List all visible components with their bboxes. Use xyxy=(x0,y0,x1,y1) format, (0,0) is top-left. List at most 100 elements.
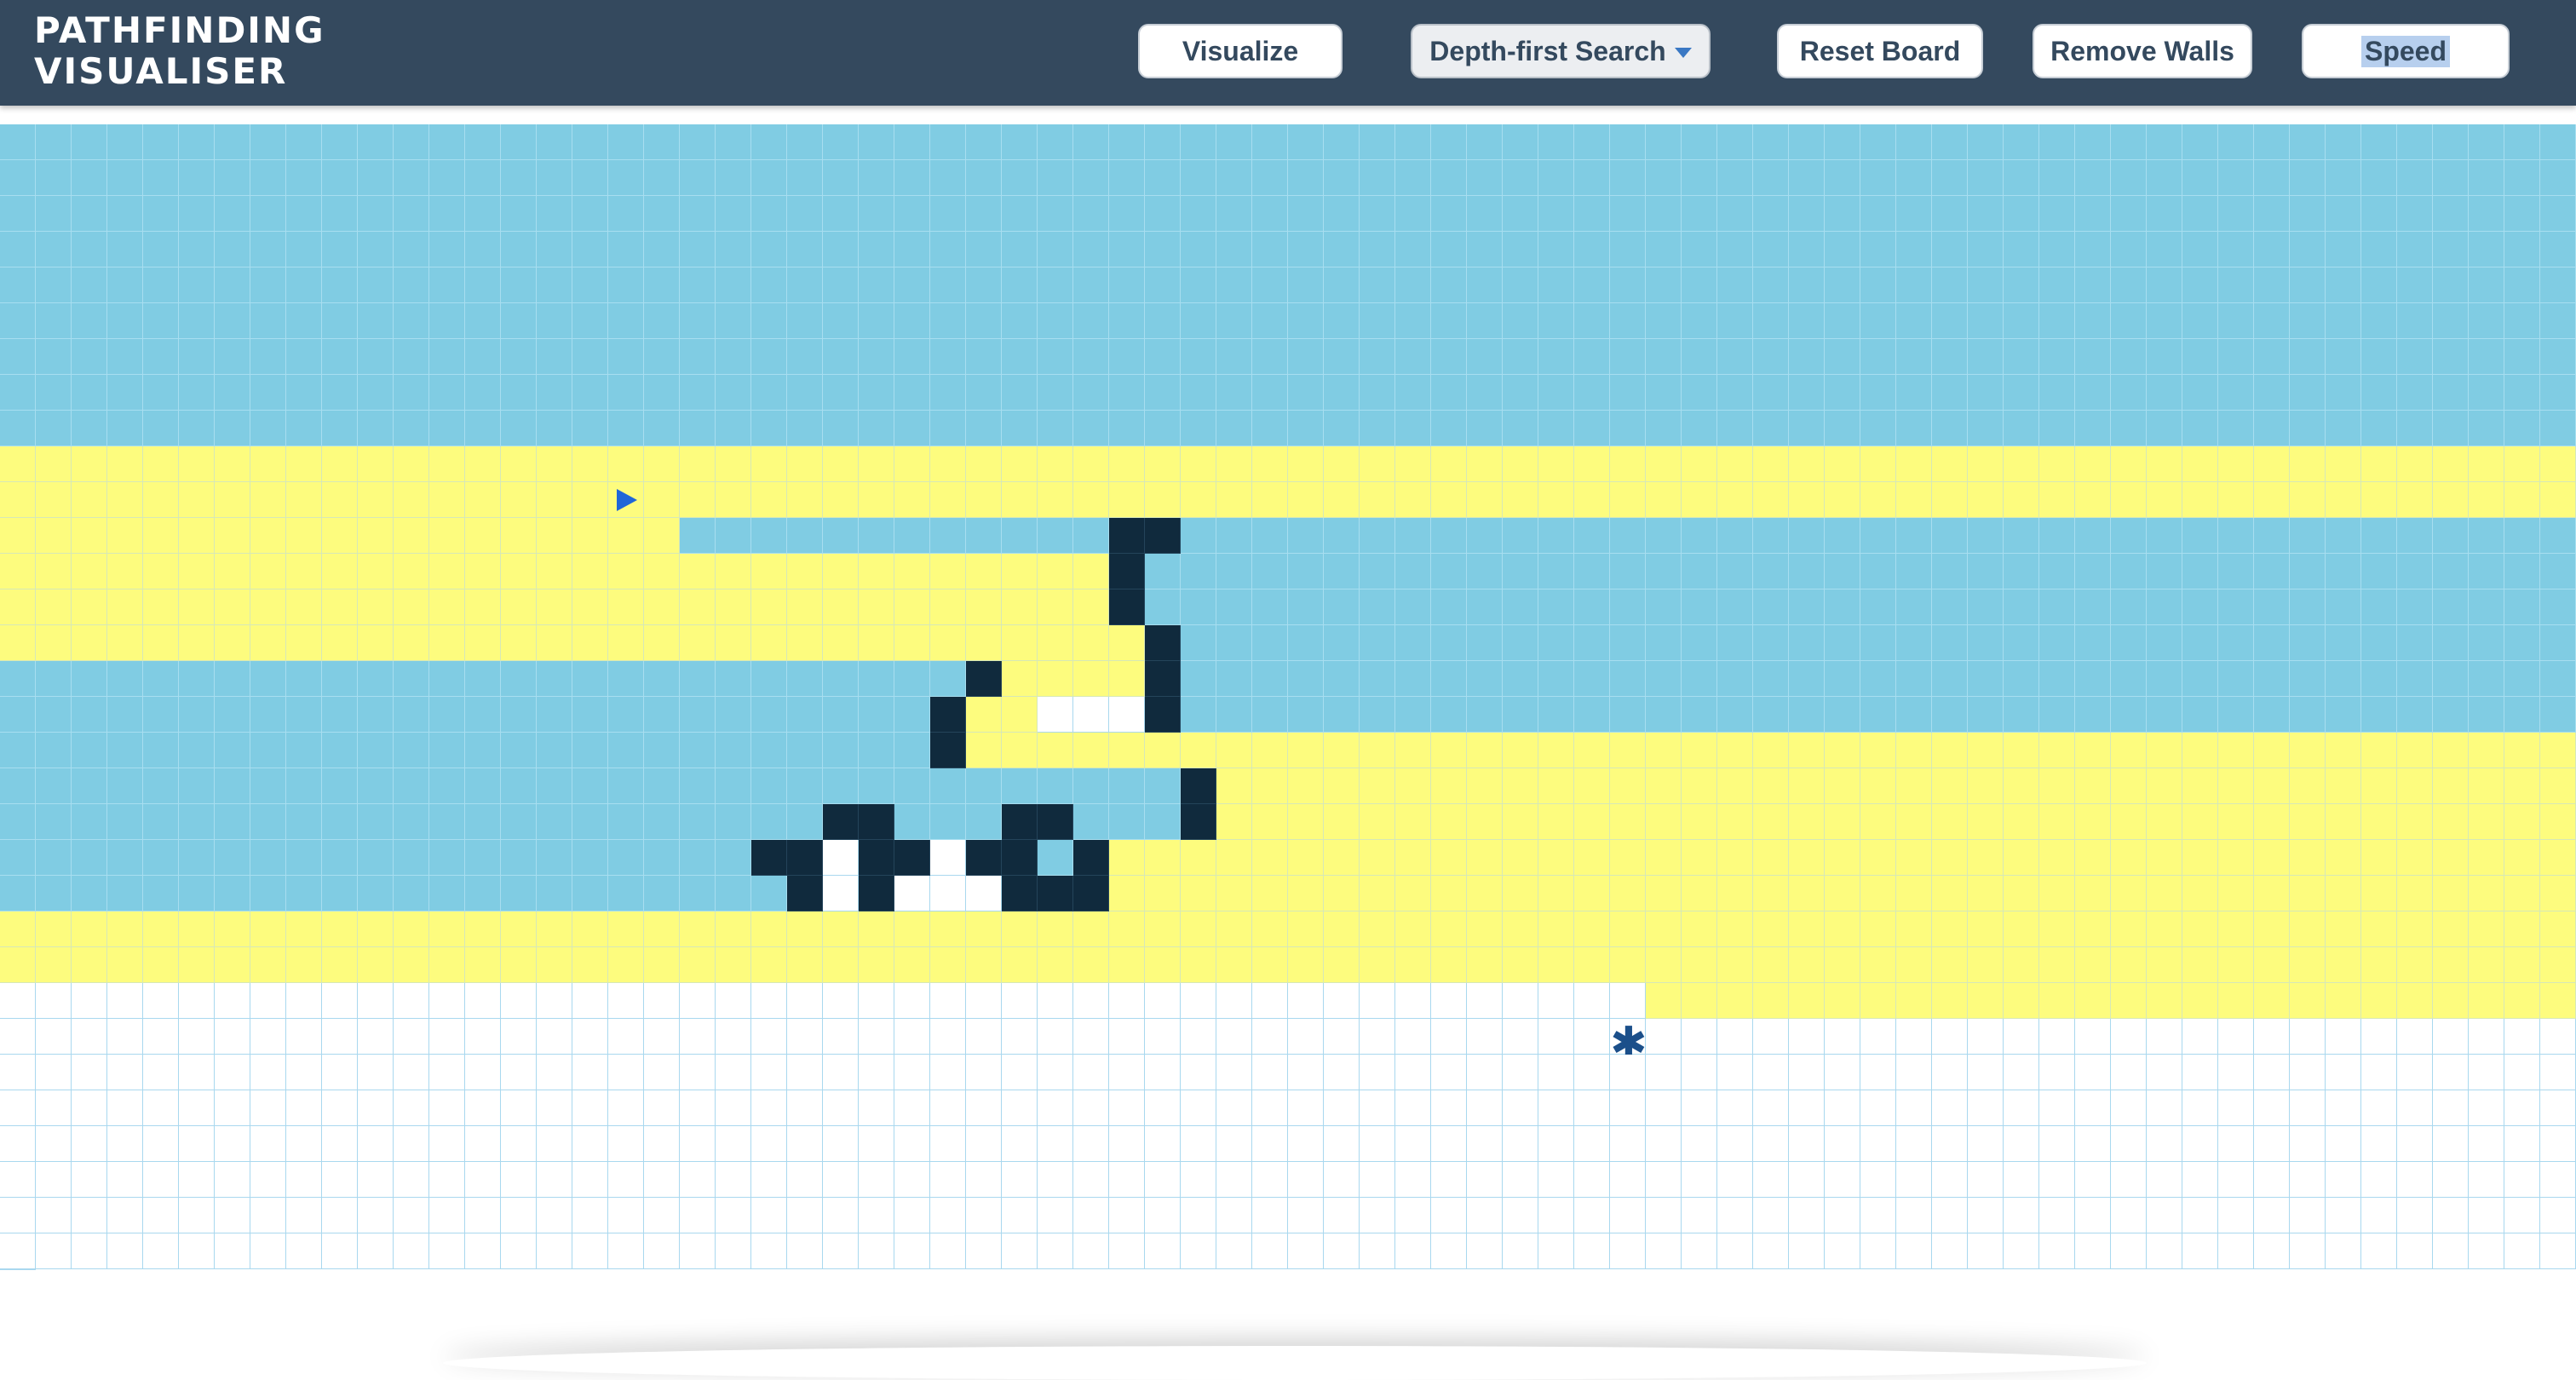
grid-cell[interactable] xyxy=(1896,303,1932,339)
grid-cell[interactable] xyxy=(966,267,1002,303)
grid-cell[interactable] xyxy=(107,1198,143,1233)
grid-cell[interactable] xyxy=(2218,375,2254,411)
grid-cell[interactable] xyxy=(1789,1019,1825,1055)
grid-cell[interactable] xyxy=(1610,160,1646,196)
grid-cell[interactable] xyxy=(72,1019,107,1055)
grid-cell[interactable] xyxy=(930,589,966,625)
grid-cell[interactable] xyxy=(107,1126,143,1162)
grid-cell[interactable] xyxy=(2469,124,2504,160)
grid-cell[interactable] xyxy=(537,1055,572,1090)
grid-cell[interactable] xyxy=(2075,518,2111,554)
grid-cell[interactable] xyxy=(1109,1233,1145,1269)
grid-cell[interactable] xyxy=(1968,661,2004,697)
grid-cell[interactable] xyxy=(1932,518,1968,554)
grid-cell[interactable] xyxy=(143,554,179,589)
grid-cell[interactable] xyxy=(2111,267,2147,303)
grid-cell[interactable] xyxy=(2182,446,2218,482)
grid-cell[interactable] xyxy=(1467,124,1503,160)
grid-cell[interactable] xyxy=(751,303,787,339)
grid-cell[interactable] xyxy=(215,375,250,411)
grid-cell[interactable] xyxy=(1109,911,1145,947)
grid-cell[interactable] xyxy=(1538,625,1574,661)
grid-cell[interactable] xyxy=(1038,375,1073,411)
grid-cell[interactable] xyxy=(1181,768,1216,804)
grid-cell[interactable] xyxy=(1503,804,1538,840)
grid-cell[interactable] xyxy=(823,697,859,733)
grid-cell[interactable] xyxy=(107,661,143,697)
grid-cell[interactable] xyxy=(0,840,36,876)
grid-cell[interactable] xyxy=(2039,303,2075,339)
grid-cell[interactable] xyxy=(143,1198,179,1233)
grid-cell[interactable] xyxy=(179,947,215,983)
grid-cell[interactable] xyxy=(680,267,716,303)
grid-cell[interactable] xyxy=(2004,375,2039,411)
grid-cell[interactable] xyxy=(215,124,250,160)
grid-cell[interactable] xyxy=(501,1162,537,1198)
grid-cell[interactable] xyxy=(250,625,286,661)
grid-cell[interactable] xyxy=(1574,267,1610,303)
grid-cell[interactable] xyxy=(2111,697,2147,733)
grid-cell[interactable] xyxy=(1574,697,1610,733)
grid-cell[interactable] xyxy=(966,411,1002,446)
grid-cell[interactable] xyxy=(2182,1019,2218,1055)
grid-cell[interactable] xyxy=(286,339,322,375)
grid-cell[interactable] xyxy=(859,589,894,625)
visualize-button[interactable]: Visualize xyxy=(1138,24,1343,78)
grid-cell[interactable] xyxy=(572,232,608,267)
grid-cell[interactable] xyxy=(2039,160,2075,196)
grid-cell[interactable] xyxy=(358,554,394,589)
grid-cell[interactable] xyxy=(787,518,823,554)
grid-cell[interactable] xyxy=(2361,983,2397,1019)
grid-cell[interactable] xyxy=(286,1126,322,1162)
grid-cell[interactable] xyxy=(1538,518,1574,554)
grid-cell[interactable] xyxy=(322,625,358,661)
grid-cell[interactable] xyxy=(1610,1233,1646,1269)
grid-cell[interactable] xyxy=(107,625,143,661)
grid-cell[interactable] xyxy=(1896,196,1932,232)
grid-cell[interactable] xyxy=(2218,589,2254,625)
grid-cell[interactable] xyxy=(465,1019,501,1055)
grid-cell[interactable] xyxy=(2004,768,2039,804)
grid-cell[interactable] xyxy=(2075,983,2111,1019)
grid-cell[interactable] xyxy=(1717,876,1753,911)
grid-cell[interactable] xyxy=(429,1090,465,1126)
grid-cell[interactable] xyxy=(2004,482,2039,518)
grid-cell[interactable] xyxy=(2361,661,2397,697)
grid-cell[interactable] xyxy=(2218,303,2254,339)
grid-cell[interactable] xyxy=(2111,196,2147,232)
grid-cell[interactable] xyxy=(894,911,930,947)
grid-cell[interactable] xyxy=(286,661,322,697)
grid-cell[interactable] xyxy=(2469,232,2504,267)
grid-cell[interactable] xyxy=(358,947,394,983)
grid-cell[interactable] xyxy=(2254,697,2290,733)
grid-cell[interactable] xyxy=(2182,697,2218,733)
grid-cell[interactable] xyxy=(2111,1055,2147,1090)
grid-cell[interactable] xyxy=(537,446,572,482)
grid-cell[interactable] xyxy=(2182,1162,2218,1198)
grid-cell[interactable] xyxy=(1002,911,1038,947)
grid-cell[interactable] xyxy=(1503,1055,1538,1090)
grid-cell[interactable] xyxy=(894,1198,930,1233)
grid-cell[interactable] xyxy=(1181,733,1216,768)
grid-cell[interactable] xyxy=(179,1233,215,1269)
grid-cell[interactable] xyxy=(286,697,322,733)
grid-cell[interactable] xyxy=(1288,124,1324,160)
grid-cell[interactable] xyxy=(930,446,966,482)
grid-cell[interactable] xyxy=(143,196,179,232)
grid-cell[interactable] xyxy=(823,911,859,947)
grid-cell[interactable] xyxy=(1860,375,1896,411)
grid-cell[interactable] xyxy=(143,482,179,518)
grid-cell[interactable] xyxy=(2004,124,2039,160)
grid-cell[interactable] xyxy=(0,554,36,589)
grid-cell[interactable] xyxy=(72,1233,107,1269)
grid-cell[interactable] xyxy=(2147,1162,2182,1198)
grid-cell[interactable] xyxy=(894,697,930,733)
grid-cell[interactable] xyxy=(1538,375,1574,411)
grid-cell[interactable] xyxy=(1538,411,1574,446)
grid-cell[interactable] xyxy=(930,947,966,983)
grid-cell[interactable] xyxy=(1789,625,1825,661)
grid-cell[interactable] xyxy=(572,983,608,1019)
grid-cell[interactable] xyxy=(2361,697,2397,733)
grid-cell[interactable] xyxy=(716,1126,751,1162)
grid-cell[interactable] xyxy=(2290,267,2326,303)
